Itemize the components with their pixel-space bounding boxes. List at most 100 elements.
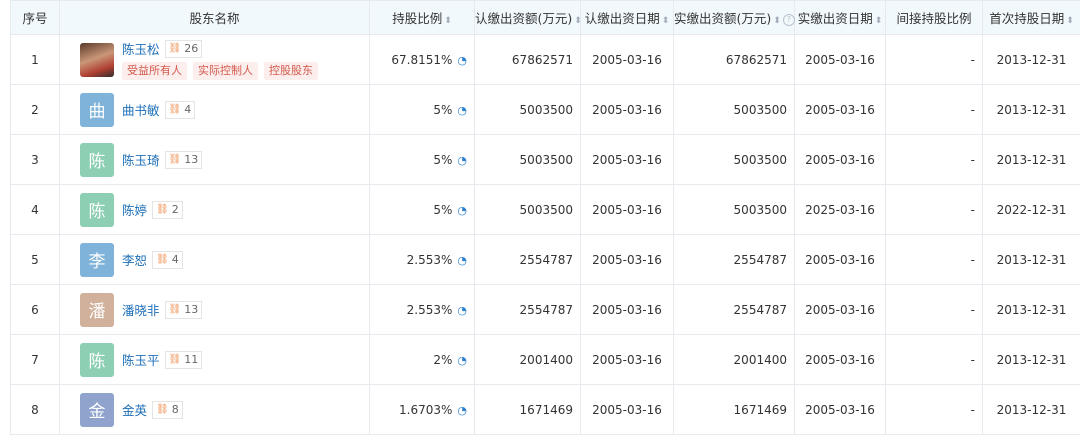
sort-icon[interactable]: ⬍ bbox=[1066, 16, 1074, 26]
indirect-ratio-cell: - bbox=[885, 84, 983, 135]
row-index: 4 bbox=[10, 184, 60, 235]
sort-icon[interactable]: ⬍ bbox=[875, 16, 883, 26]
related-count-badge[interactable]: ⛓ 13 bbox=[164, 150, 203, 169]
pie-chart-icon[interactable]: ◔ bbox=[457, 104, 467, 117]
subscribed-date-cell: 2005-03-16 bbox=[580, 184, 674, 235]
related-count-badge[interactable]: ⛓ 4 bbox=[164, 100, 196, 119]
avatar-photo[interactable] bbox=[80, 42, 114, 77]
header-paid-date[interactable]: 实缴出资日期 ⬍ bbox=[794, 0, 886, 35]
paid-amount-cell: 5003500 bbox=[673, 84, 795, 135]
related-count-badge[interactable]: ⛓ 11 bbox=[164, 350, 203, 369]
indirect-ratio-cell: - bbox=[885, 134, 983, 185]
related-count-badge[interactable]: ⛓ 2 bbox=[152, 200, 183, 219]
holder-name-link[interactable]: 陈玉琦 bbox=[122, 150, 160, 169]
related-count-badge[interactable]: ⛓ 13 bbox=[164, 300, 203, 319]
row-index: 3 bbox=[10, 134, 60, 185]
holder-cell: 曲 曲书敏 ⛓ 4 bbox=[59, 84, 370, 135]
subscribed-amount-cell: 5003500 bbox=[474, 134, 581, 185]
holder-name-link[interactable]: 曲书敏 bbox=[122, 100, 160, 119]
indirect-ratio-cell: - bbox=[885, 34, 983, 85]
first-date-cell: 2022-12-31 bbox=[982, 184, 1080, 235]
holder-cell: 金 金英 ⛓ 8 bbox=[59, 384, 370, 435]
avatar[interactable]: 金 bbox=[80, 392, 114, 427]
holder-name-link[interactable]: 潘晓非 bbox=[122, 300, 160, 319]
holder-cell: 陈 陈玉平 ⛓ 11 bbox=[59, 334, 370, 385]
first-date-cell: 2013-12-31 bbox=[982, 334, 1080, 385]
pie-chart-icon[interactable]: ◔ bbox=[457, 404, 467, 417]
role-tag[interactable]: 控股股东 bbox=[264, 62, 318, 80]
avatar[interactable]: 曲 bbox=[80, 92, 114, 127]
holder-name-link[interactable]: 陈玉平 bbox=[122, 350, 160, 369]
header-subscribed-date[interactable]: 认缴出资日期 ⬍ bbox=[580, 0, 674, 35]
avatar[interactable]: 陈 bbox=[80, 142, 114, 177]
paid-amount-cell: 5003500 bbox=[673, 134, 795, 185]
subscribed-date-cell: 2005-03-16 bbox=[580, 234, 674, 285]
holder-name-link[interactable]: 陈玉松 bbox=[122, 39, 160, 58]
holder-cell: 陈 陈婷 ⛓ 2 bbox=[59, 184, 370, 235]
header-first-date[interactable]: 首次持股日期 ⬍ bbox=[982, 0, 1080, 35]
avatar[interactable]: 李 bbox=[80, 242, 114, 277]
header-ratio[interactable]: 持股比例 ⬍ bbox=[369, 0, 475, 35]
subscribed-amount-cell: 67862571 bbox=[474, 34, 581, 85]
paid-date-cell: 2005-03-16 bbox=[794, 284, 886, 335]
table-row: 2 曲 曲书敏 ⛓ 4 5% ◔ 5003500 2005-03-16 500350… bbox=[10, 84, 1080, 135]
indirect-ratio-cell: - bbox=[885, 184, 983, 235]
subscribed-date-cell: 2005-03-16 bbox=[580, 34, 674, 85]
paid-amount-cell: 2554787 bbox=[673, 234, 795, 285]
first-date-cell: 2013-12-31 bbox=[982, 84, 1080, 135]
avatar[interactable]: 陈 bbox=[80, 192, 114, 227]
header-index: 序号 bbox=[10, 0, 60, 35]
pie-chart-icon[interactable]: ◔ bbox=[457, 254, 467, 267]
pie-chart-icon[interactable]: ◔ bbox=[457, 354, 467, 367]
table-row: 1 陈玉松 ⛓ 26 受益所有人 实际控制人 控股股东 67.8151% ◔ 67862… bbox=[10, 34, 1080, 85]
table-row: 5 李 李恕 ⛓ 4 2.553% ◔ 2554787 2005-03-16 255… bbox=[10, 234, 1080, 285]
row-index: 2 bbox=[10, 84, 60, 135]
table-header-row: 序号 股东名称 持股比例 ⬍ 认缴出资额(万元) ⬍ 认缴出资日期 ⬍ 实缴出资额(万… bbox=[10, 0, 1080, 35]
shareholder-table: 序号 股东名称 持股比例 ⬍ 认缴出资额(万元) ⬍ 认缴出资日期 ⬍ 实缴出资额(万… bbox=[10, 0, 1080, 435]
indirect-ratio-cell: - bbox=[885, 284, 983, 335]
holder-name-link[interactable]: 陈婷 bbox=[122, 200, 147, 219]
related-count-badge[interactable]: ⛓ 8 bbox=[152, 400, 183, 419]
subscribed-amount-cell: 5003500 bbox=[474, 84, 581, 135]
ratio-cell: 5% ◔ bbox=[369, 184, 475, 235]
sort-icon[interactable]: ⬍ bbox=[574, 16, 582, 26]
related-count-badge[interactable]: ⛓ 26 bbox=[164, 39, 203, 58]
holder-name-link[interactable]: 李恕 bbox=[122, 250, 147, 269]
ratio-cell: 2% ◔ bbox=[369, 334, 475, 385]
pie-chart-icon[interactable]: ◔ bbox=[457, 304, 467, 317]
role-tag[interactable]: 受益所有人 bbox=[122, 62, 187, 80]
row-index: 1 bbox=[10, 34, 60, 85]
related-count-badge[interactable]: ⛓ 4 bbox=[152, 250, 183, 269]
link-icon: ⛓ bbox=[156, 253, 169, 265]
subscribed-amount-cell: 2001400 bbox=[474, 334, 581, 385]
ratio-cell: 67.8151% ◔ bbox=[369, 34, 475, 85]
ratio-cell: 2.553% ◔ bbox=[369, 284, 475, 335]
first-date-cell: 2013-12-31 bbox=[982, 34, 1080, 85]
subscribed-date-cell: 2005-03-16 bbox=[580, 84, 674, 135]
header-paid-amount[interactable]: 实缴出资额(万元) ⬍? bbox=[673, 0, 795, 35]
holder-cell: 陈玉松 ⛓ 26 受益所有人 实际控制人 控股股东 bbox=[59, 34, 370, 85]
indirect-ratio-cell: - bbox=[885, 234, 983, 285]
paid-date-cell: 2005-03-16 bbox=[794, 84, 886, 135]
pie-chart-icon[interactable]: ◔ bbox=[457, 54, 467, 67]
role-tag[interactable]: 实际控制人 bbox=[193, 62, 258, 80]
paid-date-cell: 2005-03-16 bbox=[794, 234, 886, 285]
paid-date-cell: 2005-03-16 bbox=[794, 334, 886, 385]
subscribed-amount-cell: 5003500 bbox=[474, 184, 581, 235]
avatar[interactable]: 潘 bbox=[80, 292, 114, 327]
sort-icon[interactable]: ⬍ bbox=[773, 16, 781, 26]
holder-name-link[interactable]: 金英 bbox=[122, 400, 147, 419]
header-subscribed-amount[interactable]: 认缴出资额(万元) ⬍ bbox=[474, 0, 582, 35]
help-icon[interactable]: ? bbox=[782, 14, 795, 26]
sort-icon[interactable]: ⬍ bbox=[444, 16, 452, 26]
table-row: 4 陈 陈婷 ⛓ 2 5% ◔ 5003500 2005-03-16 5003500… bbox=[10, 184, 1080, 235]
first-date-cell: 2013-12-31 bbox=[982, 134, 1080, 185]
pie-chart-icon[interactable]: ◔ bbox=[457, 154, 467, 167]
sort-icon[interactable]: ⬍ bbox=[662, 16, 670, 26]
table-row: 7 陈 陈玉平 ⛓ 11 2% ◔ 2001400 2005-03-16 20014… bbox=[10, 334, 1080, 385]
first-date-cell: 2013-12-31 bbox=[982, 234, 1080, 285]
avatar[interactable]: 陈 bbox=[80, 342, 114, 377]
link-icon: ⛓ bbox=[168, 103, 182, 115]
link-icon: ⛓ bbox=[156, 403, 169, 415]
pie-chart-icon[interactable]: ◔ bbox=[457, 204, 467, 217]
